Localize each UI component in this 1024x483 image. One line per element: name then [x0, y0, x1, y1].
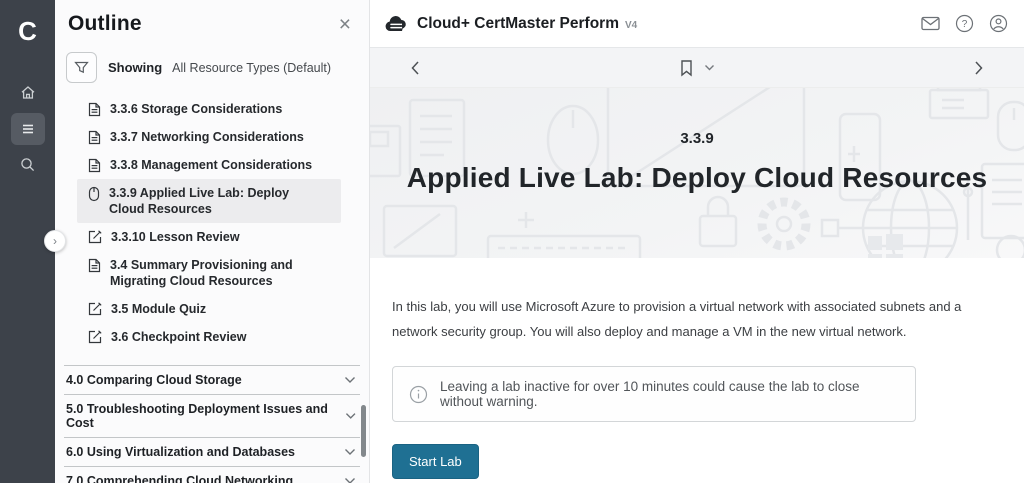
bookmark-button[interactable] [679, 59, 694, 77]
svg-text:?: ? [962, 19, 968, 30]
menu-icon [19, 120, 37, 138]
header-actions: ? [921, 14, 1008, 33]
collapse-panel-button[interactable]: › [44, 230, 66, 252]
outline-item-label: 3.5 Module Quiz [111, 301, 206, 317]
edit-icon [88, 230, 102, 244]
previous-page-button[interactable] [410, 60, 420, 76]
lesson-body: In this lab, you will use Microsoft Azur… [370, 258, 1024, 479]
funnel-icon [73, 59, 90, 76]
outline-item[interactable]: 3.6 Checkpoint Review [77, 323, 341, 351]
section-label: 5.0 Troubleshooting Deployment Issues an… [66, 402, 345, 430]
app-version: V4 [625, 20, 637, 31]
bookmark-menu-button[interactable] [704, 64, 715, 71]
home-icon [19, 84, 37, 102]
document-icon [88, 158, 101, 173]
outline-item[interactable]: 3.3.6 Storage Considerations [77, 95, 341, 123]
main-area: Cloud+ CertMaster Perform V4 ? [370, 0, 1024, 483]
brand: Cloud+ CertMaster Perform V4 [385, 15, 637, 33]
outline-item-selected[interactable]: 3.3.9 Applied Live Lab: Deploy Cloud Res… [77, 179, 341, 223]
edit-icon [88, 330, 102, 344]
chevron-down-small-icon [704, 64, 715, 71]
outline-item[interactable]: 3.3.7 Networking Considerations [77, 123, 341, 151]
main-header: Cloud+ CertMaster Perform V4 ? [370, 0, 1024, 48]
lesson-number: 3.3.9 [370, 130, 1024, 147]
section-row[interactable]: 4.0 Comparing Cloud Storage [64, 365, 360, 394]
outline-title: Outline [68, 12, 142, 36]
close-outline-button[interactable]: × [335, 14, 355, 35]
filter-value[interactable]: All Resource Types (Default) [172, 61, 331, 75]
outline-item[interactable]: 3.5 Module Quiz [77, 295, 341, 323]
outline-panel-header: Outline × [55, 0, 369, 36]
help-icon: ? [955, 14, 974, 33]
lesson-nav-bar [370, 48, 1024, 88]
home-button[interactable] [11, 77, 45, 109]
section-row[interactable]: 7.0 Comprehending Cloud Networking [64, 466, 360, 483]
outline-item-label: 3.3.8 Management Considerations [110, 157, 312, 173]
lab-mouse-icon [88, 186, 100, 202]
section-label: 7.0 Comprehending Cloud Networking [66, 474, 293, 483]
filter-button[interactable] [66, 52, 97, 83]
document-icon [88, 130, 101, 145]
hero-content: 3.3.9 Applied Live Lab: Deploy Cloud Res… [370, 88, 1024, 194]
messages-button[interactable] [921, 16, 940, 31]
section-label: 4.0 Comparing Cloud Storage [66, 373, 242, 387]
scrollbar-thumb[interactable] [361, 405, 366, 457]
lesson-hero: 3.3.9 Applied Live Lab: Deploy Cloud Res… [370, 88, 1024, 258]
app-root: C › Outline × [0, 0, 1024, 483]
app-title: Cloud+ CertMaster Perform [417, 15, 619, 33]
outline-panel: Outline × Showing All Resource Types (De… [55, 0, 370, 483]
document-icon [88, 102, 101, 117]
help-button[interactable]: ? [955, 14, 974, 33]
bookmark-group [679, 59, 715, 77]
lesson-description: In this lab, you will use Microsoft Azur… [392, 294, 1008, 344]
outline-item-label: 3.3.7 Networking Considerations [110, 129, 304, 145]
filter-showing-label: Showing [108, 60, 162, 75]
outline-scrollbar[interactable] [361, 90, 367, 475]
document-icon [88, 258, 101, 273]
chevron-left-icon [410, 60, 420, 76]
start-lab-button[interactable]: Start Lab [392, 444, 479, 479]
outline-item[interactable]: 3.4 Summary Provisioning and Migrating C… [77, 251, 341, 295]
section-row[interactable]: 5.0 Troubleshooting Deployment Issues an… [64, 394, 360, 437]
outline-item-label: 3.3.10 Lesson Review [111, 229, 240, 245]
search-icon [19, 156, 37, 174]
outline-item-label: 3.6 Checkpoint Review [111, 329, 246, 345]
outline-item[interactable]: 3.3.8 Management Considerations [77, 151, 341, 179]
outline-menu-button[interactable] [11, 113, 45, 145]
close-icon: × [339, 13, 351, 36]
info-icon [409, 385, 428, 404]
chevron-down-icon [345, 412, 356, 420]
app-logo[interactable]: C [18, 16, 37, 47]
outline-item-label: 3.4 Summary Provisioning and Migrating C… [110, 257, 320, 289]
chevron-right-icon [974, 60, 984, 76]
outline-item-label: 3.3.6 Storage Considerations [110, 101, 282, 117]
edit-icon [88, 302, 102, 316]
section-row[interactable]: 6.0 Using Virtualization and Databases [64, 437, 360, 466]
outline-list: 3.3.6 Storage Considerations 3.3.7 Netwo… [55, 95, 369, 351]
mail-icon [921, 16, 940, 31]
next-page-button[interactable] [974, 60, 984, 76]
outline-sections: 4.0 Comparing Cloud Storage 5.0 Troubles… [55, 365, 369, 483]
search-button[interactable] [11, 149, 45, 181]
outline-item[interactable]: 3.3.10 Lesson Review [77, 223, 341, 251]
lesson-title: Applied Live Lab: Deploy Cloud Resources [370, 162, 1024, 194]
inactivity-notice: Leaving a lab inactive for over 10 minut… [392, 366, 916, 422]
filter-row: Showing All Resource Types (Default) [66, 52, 369, 83]
section-label: 6.0 Using Virtualization and Databases [66, 445, 295, 459]
collapse-chevron-icon: › [53, 234, 57, 248]
bookmark-icon [679, 59, 694, 77]
account-icon [989, 14, 1008, 33]
chevron-down-icon [344, 477, 356, 483]
cloud-logo-icon [385, 15, 408, 32]
chevron-down-icon [344, 448, 356, 456]
outline-item-label: 3.3.9 Applied Live Lab: Deploy Cloud Res… [109, 185, 319, 217]
chevron-down-icon [344, 376, 356, 384]
account-button[interactable] [989, 14, 1008, 33]
notice-text: Leaving a lab inactive for over 10 minut… [440, 379, 899, 409]
